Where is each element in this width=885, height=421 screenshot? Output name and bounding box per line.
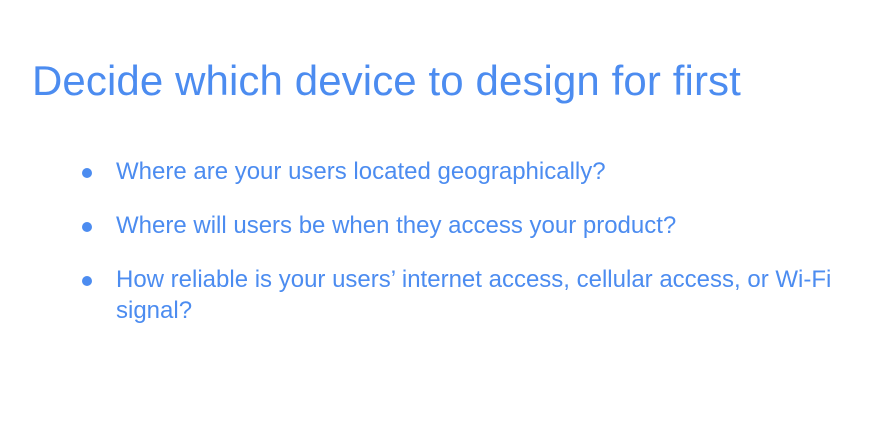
- bullet-list: Where are your users located geographica…: [80, 156, 860, 326]
- bullet-text-3: How reliable is your users’ internet acc…: [116, 266, 832, 324]
- slide: Decide which device to design for first …: [0, 0, 885, 421]
- bullet-item-3: How reliable is your users’ internet acc…: [80, 264, 860, 326]
- bullet-text-1: Where are your users located geographica…: [116, 158, 606, 185]
- bullet-dot-icon: [82, 276, 92, 286]
- bullet-item-2: Where will users be when they access you…: [80, 210, 860, 241]
- bullet-item-1: Where are your users located geographica…: [80, 156, 860, 187]
- bullet-text-2: Where will users be when they access you…: [116, 212, 677, 239]
- bullet-dot-icon: [82, 222, 92, 232]
- bullet-dot-icon: [82, 168, 92, 178]
- slide-title: Decide which device to design for first: [32, 57, 741, 104]
